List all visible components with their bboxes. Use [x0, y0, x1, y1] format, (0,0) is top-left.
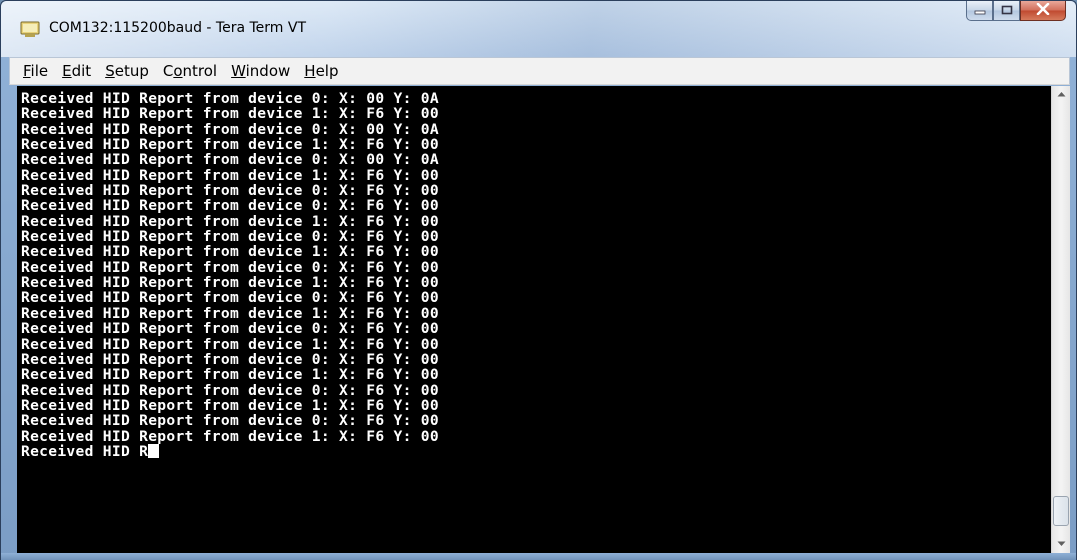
- window-title: COM132:115200baud - Tera Term VT: [49, 20, 307, 36]
- terminal-line: Received HID Report from device 1: X: F6…: [21, 136, 439, 154]
- menu-window[interactable]: Window: [224, 62, 297, 80]
- title-bar[interactable]: COM132:115200baud - Tera Term VT: [1, 1, 1076, 57]
- terminal-line: Received HID Report from device 1: X: F6…: [21, 396, 439, 414]
- terminal-screen[interactable]: Received HID Report from device 0: X: 00…: [17, 86, 1051, 553]
- terminal-window: COM132:115200baud - Tera Term VT File Ed…: [0, 0, 1077, 560]
- scroll-up-arrow-icon: [1057, 90, 1066, 99]
- scroll-thumb[interactable]: [1053, 496, 1069, 526]
- scroll-down-arrow-icon: [1057, 540, 1066, 549]
- terminal-line: Received HID Report from device 0: X: F6…: [21, 182, 439, 200]
- close-icon: [1036, 2, 1050, 20]
- terminal-line: Received HID Report from device 0: X: F6…: [21, 258, 439, 276]
- menu-help-label: elp: [315, 62, 339, 80]
- terminal-line: Received HID Report from device 1: X: F6…: [21, 212, 439, 230]
- menu-help-mnemonic: H: [304, 62, 316, 80]
- terminal-line: Received HID Report from device 1: X: F6…: [21, 274, 439, 292]
- terminal-line: Received HID Report from device 1: X: F6…: [21, 243, 439, 261]
- menu-control[interactable]: Control: [156, 62, 224, 80]
- menu-control-prefix: C: [162, 62, 174, 80]
- terminal-line: Received HID Report from device 0: X: 00…: [21, 120, 439, 138]
- maximize-button[interactable]: [993, 1, 1020, 21]
- terminal-line: Received HID Report from device 1: X: F6…: [21, 366, 439, 384]
- menu-file-label: ile: [30, 62, 49, 80]
- minimize-icon: [974, 2, 986, 20]
- menu-edit-label: dit: [71, 62, 92, 80]
- menu-control-label: ntrol: [182, 62, 218, 80]
- tera-term-icon[interactable]: [20, 21, 40, 38]
- terminal-current-text: Received HID R: [21, 442, 149, 460]
- terminal-line: Received HID Report from device 0: X: 00…: [21, 90, 439, 107]
- window-bottom-border: [1, 553, 1076, 560]
- terminal-line: Received HID Report from device 0: X: 00…: [21, 151, 439, 169]
- menu-control-mnemonic: o: [173, 62, 183, 80]
- scroll-down-button[interactable]: [1052, 536, 1070, 553]
- minimize-button[interactable]: [966, 1, 993, 21]
- menu-edit-mnemonic: E: [62, 62, 72, 80]
- text-cursor: [148, 443, 160, 458]
- terminal-line: Received HID Report from device 0: X: F6…: [21, 320, 439, 338]
- vertical-scrollbar[interactable]: [1051, 86, 1070, 553]
- terminal-current-line: Received HID R: [21, 444, 1051, 459]
- menu-file[interactable]: File: [16, 62, 55, 80]
- menu-bar: File Edit Setup Control Window Help: [9, 57, 1070, 85]
- menu-edit[interactable]: Edit: [55, 62, 98, 80]
- menu-setup-mnemonic: S: [105, 62, 115, 80]
- terminal-line: Received HID Report from device 0: X: F6…: [21, 381, 439, 399]
- terminal-line: Received HID Report from device 1: X: F6…: [21, 304, 439, 322]
- terminal-line: Received HID Report from device 1: X: F6…: [21, 166, 439, 184]
- scroll-up-button[interactable]: [1052, 86, 1070, 103]
- terminal-line: Received HID Report from device 0: X: F6…: [21, 289, 439, 307]
- terminal-line: Received HID Report from device 0: X: F6…: [21, 197, 439, 215]
- menu-setup-label: etup: [114, 62, 149, 80]
- terminal-line: Received HID Report from device 1: X: F6…: [21, 335, 439, 353]
- terminal-line: Received HID Report from device 0: X: F6…: [21, 228, 439, 246]
- menu-window-label: indow: [245, 62, 291, 80]
- terminal-line: Received HID Report from device 1: X: F6…: [21, 427, 439, 445]
- menu-file-mnemonic: F: [23, 62, 31, 80]
- window-controls: [966, 1, 1066, 23]
- menu-window-mnemonic: W: [231, 62, 246, 80]
- close-button[interactable]: [1020, 1, 1066, 21]
- terminal-line: Received HID Report from device 1: X: F6…: [21, 105, 439, 123]
- maximize-icon: [1001, 2, 1013, 20]
- terminal-line: Received HID Report from device 0: X: F6…: [21, 412, 439, 430]
- menu-help[interactable]: Help: [297, 62, 345, 80]
- terminal-line: Received HID Report from device 0: X: F6…: [21, 350, 439, 368]
- menu-setup[interactable]: Setup: [98, 62, 156, 80]
